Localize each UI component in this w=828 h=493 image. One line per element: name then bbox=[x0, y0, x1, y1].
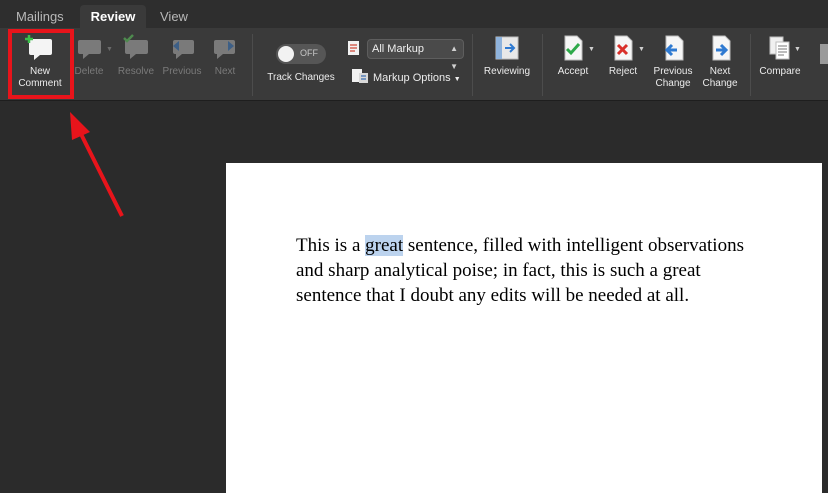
compare-icon bbox=[769, 36, 790, 60]
previous-comment-button[interactable]: Previous bbox=[160, 34, 204, 78]
document-paragraph[interactable]: This is a great sentence, filled with in… bbox=[296, 233, 766, 308]
markup-options-label: Markup Options bbox=[373, 72, 451, 84]
accept-dropdown-icon[interactable]: ▼ bbox=[588, 46, 595, 53]
selected-word[interactable]: great bbox=[365, 235, 404, 256]
compare-dropdown-icon[interactable]: ▼ bbox=[794, 46, 801, 53]
track-changes-text: Track Changes bbox=[267, 72, 335, 83]
stepper-arrows-icon: ▲ ▼ bbox=[450, 44, 458, 71]
reject-button[interactable]: Reject bbox=[602, 34, 644, 78]
delete-label: Delete bbox=[74, 66, 104, 77]
toggle-state-label: OFF bbox=[300, 48, 318, 58]
resolve-comment-icon bbox=[123, 34, 148, 59]
delete-comment-button[interactable]: Delete bbox=[70, 34, 108, 78]
accept-label: Accept bbox=[557, 66, 589, 77]
next-label: Next bbox=[214, 66, 236, 77]
markup-options-button[interactable]: Markup Options ▼ bbox=[373, 72, 461, 84]
next-comment-button[interactable]: Next bbox=[208, 34, 242, 78]
reject-icon bbox=[614, 35, 633, 61]
markup-options-icon bbox=[352, 69, 368, 83]
next-change-label-1: Next bbox=[709, 66, 731, 77]
previous-change-label-1: Previous bbox=[653, 66, 693, 77]
markup-display-select[interactable]: All Markup ▲ ▼ bbox=[367, 39, 464, 71]
resolve-label: Resolve bbox=[117, 66, 155, 77]
next-change-button[interactable]: Next Change bbox=[698, 34, 742, 90]
reject-label: Reject bbox=[608, 66, 638, 77]
annotation-arrow-icon bbox=[70, 112, 124, 217]
reviewing-pane-button[interactable]: Reviewing bbox=[480, 34, 534, 78]
document-page[interactable]: This is a great sentence, filled with in… bbox=[226, 163, 822, 493]
delete-dropdown-icon[interactable]: ▼ bbox=[106, 46, 113, 53]
accept-button[interactable]: Accept bbox=[550, 34, 596, 78]
tab-review[interactable]: Review bbox=[80, 5, 146, 28]
text-before-selection: This is a bbox=[296, 235, 366, 256]
ribbon-tab-bar: Mailings Review View bbox=[0, 0, 828, 28]
ribbon-separator bbox=[252, 34, 253, 96]
next-change-label-2: Change bbox=[702, 78, 738, 89]
overflow-group-icon bbox=[820, 44, 828, 64]
markup-select-value: All Markup bbox=[372, 43, 424, 55]
previous-change-button[interactable]: Previous Change bbox=[648, 34, 698, 90]
resolve-comment-button[interactable]: Resolve bbox=[116, 34, 156, 78]
accept-icon bbox=[564, 35, 583, 61]
track-changes-label[interactable]: Track Changes bbox=[262, 72, 340, 84]
ribbon-separator bbox=[472, 34, 473, 96]
compare-label: Compare bbox=[759, 66, 801, 77]
previous-change-icon bbox=[664, 35, 684, 61]
tab-view[interactable]: View bbox=[152, 5, 196, 28]
toggle-knob bbox=[278, 46, 294, 62]
delete-comment-icon bbox=[78, 40, 101, 59]
reject-dropdown-icon[interactable]: ▼ bbox=[638, 46, 645, 53]
reviewing-pane-icon bbox=[495, 36, 519, 60]
annotation-highlight-box bbox=[8, 29, 74, 99]
tab-mailings[interactable]: Mailings bbox=[8, 5, 72, 28]
next-change-icon bbox=[712, 35, 731, 61]
previous-label: Previous bbox=[162, 66, 202, 77]
reviewing-label: Reviewing bbox=[483, 66, 531, 77]
review-ribbon: New Comment Delete ▼ Resolve Previous Ne… bbox=[0, 28, 828, 101]
next-comment-icon bbox=[214, 40, 235, 59]
chevron-down-icon: ▼ bbox=[453, 76, 461, 83]
track-changes-toggle[interactable]: OFF bbox=[276, 44, 326, 64]
previous-change-label-2: Change bbox=[655, 78, 691, 89]
markup-document-icon bbox=[348, 41, 359, 55]
compare-button[interactable]: Compare bbox=[756, 34, 804, 78]
previous-comment-icon bbox=[173, 40, 194, 59]
ribbon-separator bbox=[542, 34, 543, 96]
ribbon-separator bbox=[750, 34, 751, 96]
